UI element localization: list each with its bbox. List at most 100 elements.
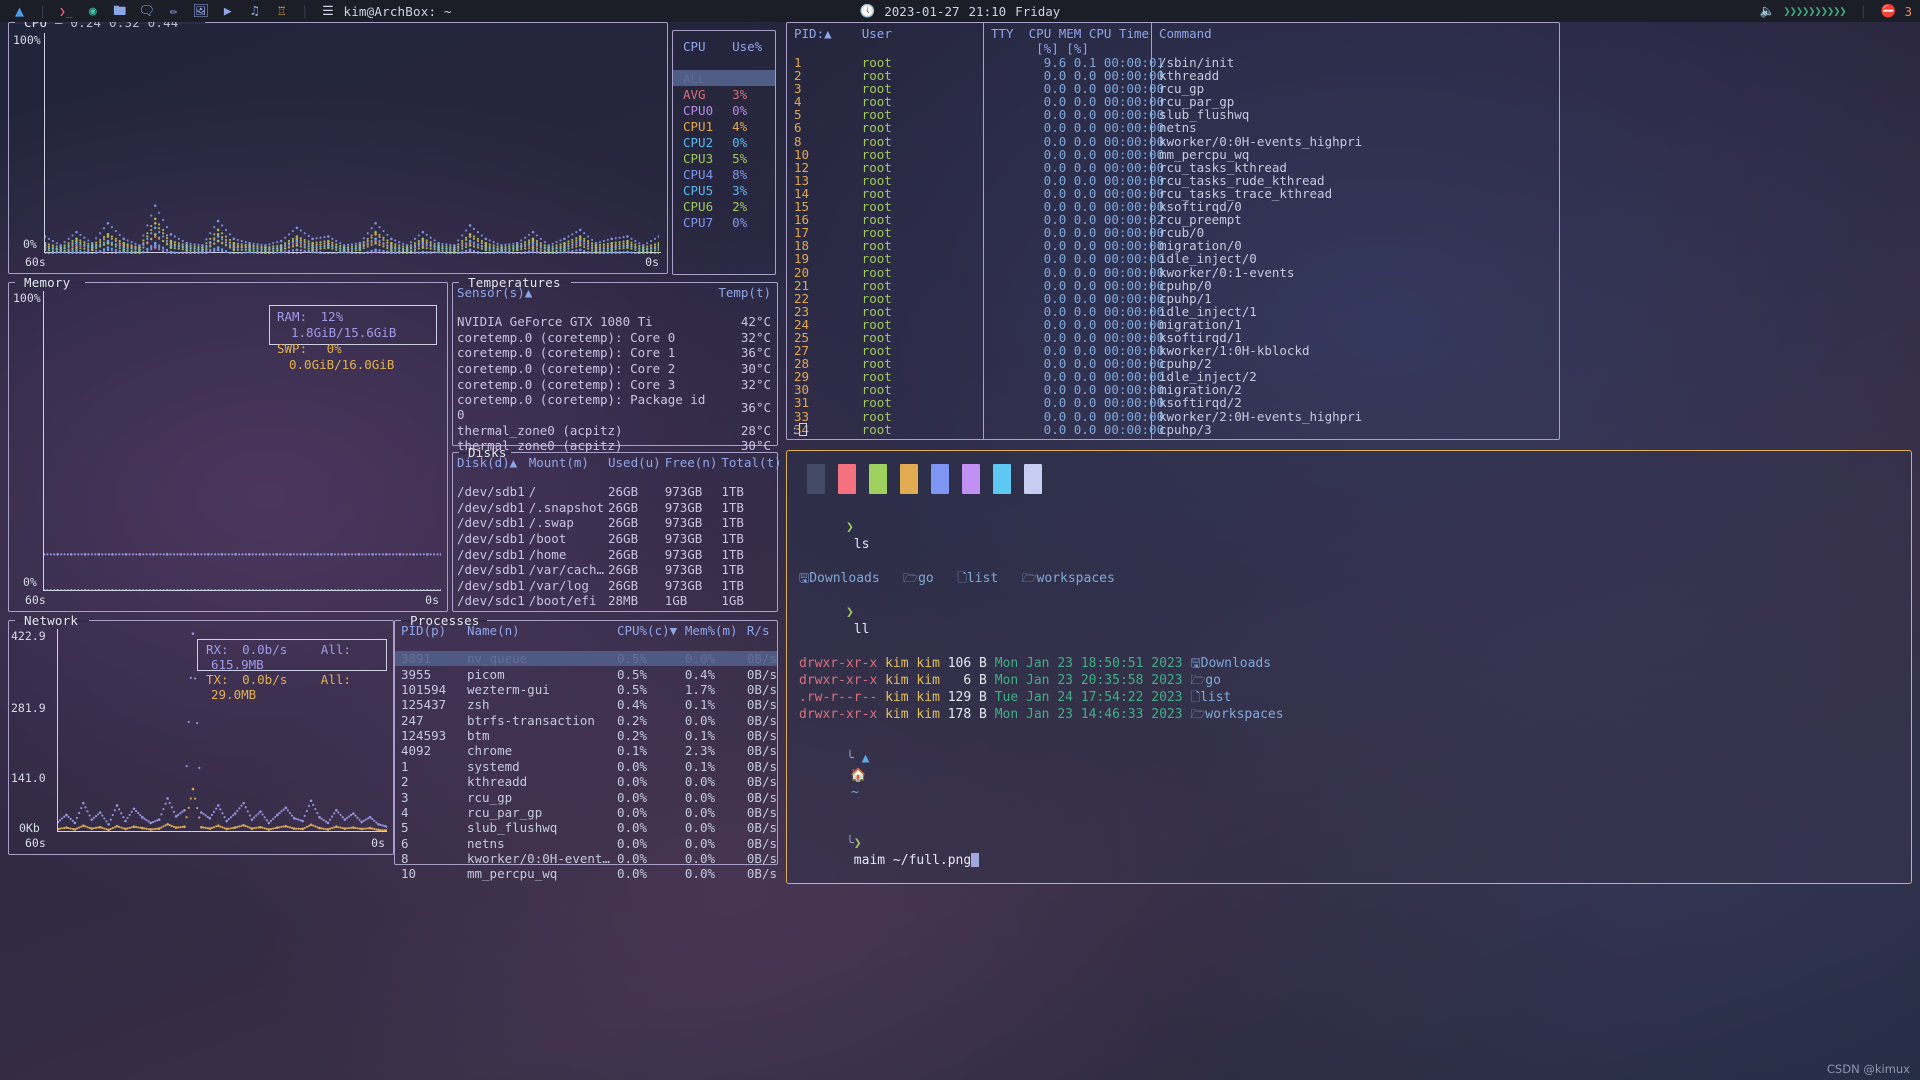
- cpu-usage-row[interactable]: CPU4 8%: [673, 166, 775, 182]
- ptable-row-command[interactable]: rcu_tasks_rude_kthread: [1152, 174, 1559, 187]
- cpu-usage-row[interactable]: CPU0 0%: [673, 102, 775, 118]
- volume-bars[interactable]: ❯❯❯❯❯❯❯❯❯❯: [1783, 4, 1846, 18]
- disk-row[interactable]: /dev/sdb1/var/cach… 26GB 973GB 1TB: [453, 562, 782, 578]
- ptable-row-command[interactable]: mm_percpu_wq: [1152, 148, 1559, 161]
- process-row[interactable]: 10 mm_percpu_wq 0.0% 0.0% 0B/s: [395, 866, 777, 881]
- process-col-header[interactable]: R/s: [741, 621, 777, 651]
- update-download-icon[interactable]: ⛔: [1881, 3, 1897, 19]
- ptable-row-command[interactable]: kworker/0:0H-events_highpri: [1152, 134, 1559, 147]
- cpu-usage-row[interactable]: AVG 3%: [673, 86, 775, 102]
- gitlab-icon[interactable]: ♖: [268, 0, 295, 22]
- temp-col-temp[interactable]: Temp(t): [714, 283, 777, 314]
- disk-row[interactable]: /dev/sdb1/home 26GB 973GB 1TB: [453, 546, 782, 562]
- temperature-row[interactable]: coretemp.0 (coretemp): Core 1 36°C: [453, 345, 777, 361]
- process-row[interactable]: 6 netns 0.0% 0.0% 0B/s: [395, 836, 777, 851]
- ptable-row-command[interactable]: kthreadd: [1152, 69, 1559, 82]
- topbar-divider-3: |: [1859, 4, 1867, 18]
- process-table-panel[interactable]: PID:▲ User 1 root 2 root 3 root 4 root 5 roo…: [786, 22, 1560, 440]
- process-row[interactable]: 125437 zsh 0.4% 0.1% 0B/s: [395, 697, 777, 712]
- memory-graph-panel[interactable]: Memory 100% 0% 60s 0s RAM: 12% 1.8GiB/15…: [8, 275, 448, 612]
- topbar-clock[interactable]: 🕔 2023-01-27 21:10 Friday: [860, 3, 1061, 19]
- process-row[interactable]: 4092 chrome 0.1% 2.3% 0B/s: [395, 743, 777, 758]
- temperature-row[interactable]: coretemp.0 (coretemp): Core 3 32°C: [453, 376, 777, 392]
- process-row[interactable]: 1 systemd 0.0% 0.1% 0B/s: [395, 759, 777, 774]
- hamburger-menu-icon[interactable]: ☰: [314, 0, 341, 22]
- terminal-prompt-line-2[interactable]: ╰❯ maim ~/full.png: [799, 818, 1899, 883]
- cpu-usage-row[interactable]: CPU7 0%: [673, 214, 775, 230]
- disk-row[interactable]: /dev/sdc1/boot/efi 28MB 1GB 1GB: [453, 593, 782, 609]
- ptable-row-command[interactable]: idle_inject/0: [1152, 252, 1559, 265]
- ptable-row-command[interactable]: migration/1: [1152, 318, 1559, 331]
- cpu-usage-list-panel[interactable]: CPU Use% ALL AVG 3% CPU0 0% CPU1 4% CPU2 0% CPU3 5…: [672, 30, 776, 275]
- disk-col-header[interactable]: Free(n): [661, 453, 718, 484]
- speaker-icon[interactable]: 🔈: [1760, 3, 1776, 19]
- terminal-icon[interactable]: ❯_: [52, 0, 79, 22]
- disk-col-header[interactable]: Used(u): [604, 453, 661, 484]
- ptable-row-command[interactable]: cpuhp/3: [1152, 423, 1559, 436]
- ptable-row-command[interactable]: kworker/1:0H-kblockd: [1152, 344, 1559, 357]
- process-row[interactable]: 2 kthreadd 0.0% 0.0% 0B/s: [395, 774, 777, 789]
- ptable-header-command[interactable]: Command: [1152, 26, 1559, 41]
- disk-row[interactable]: /dev/sdb1/.swap 26GB 973GB 1TB: [453, 515, 782, 531]
- disk-col-header[interactable]: Mount(m): [525, 453, 604, 484]
- chat-icon[interactable]: 🗨: [133, 0, 160, 22]
- image-viewer-icon[interactable]: 🖼: [187, 0, 214, 22]
- ptable-row-command[interactable]: idle_inject/1: [1152, 305, 1559, 318]
- process-row[interactable]: 124593 btm 0.2% 0.1% 0B/s: [395, 728, 777, 743]
- arch-logo-icon[interactable]: ▲: [6, 0, 33, 22]
- temperatures-panel[interactable]: Temperatures Sensor(s)▲ Temp(t) NVIDIA G…: [452, 275, 778, 453]
- cpu-usage-row[interactable]: CPU2 0%: [673, 134, 775, 150]
- process-row[interactable]: 5 slub_flushwq 0.0% 0.0% 0B/s: [395, 820, 777, 835]
- ptable-row-command[interactable]: rcu_tasks_kthread: [1152, 161, 1559, 174]
- process-col-header[interactable]: CPU%(c)▼: [611, 621, 679, 651]
- ptable-row-command[interactable]: cpuhp/1: [1152, 292, 1559, 305]
- disk-row[interactable]: /dev/sdb1/ 26GB 973GB 1TB: [453, 484, 782, 500]
- temperature-row[interactable]: coretemp.0 (coretemp): Core 0 32°C: [453, 330, 777, 346]
- process-mem: 0.1%: [684, 758, 715, 774]
- network-graph-panel[interactable]: Network 422.9 281.9 141.0 0Kb 60s 0s RX:…: [8, 613, 394, 855]
- files-icon[interactable]: 🖿: [106, 0, 133, 22]
- cpu-usage-row[interactable]: CPU6 2%: [673, 198, 775, 214]
- process-col-header[interactable]: Mem%(m): [679, 621, 741, 651]
- ptable-row-command[interactable]: netns: [1152, 121, 1559, 134]
- editor-icon[interactable]: ✏: [160, 0, 187, 22]
- temperatures-panel-title: Temperatures: [468, 275, 561, 290]
- process-row[interactable]: 247 btrfs-transaction 0.2% 0.0% 0B/s: [395, 713, 777, 728]
- ptable-row-command[interactable]: ksoftirqd/2: [1152, 396, 1559, 409]
- temperature-row[interactable]: coretemp.0 (coretemp): Core 2 30°C: [453, 361, 777, 377]
- disk-row[interactable]: /dev/sdb1/.snapshot 26GB 973GB 1TB: [453, 500, 782, 516]
- ptable-header-tty-cpu[interactable]: TTY CPU MEM CPU Time: [984, 26, 1151, 41]
- ptable-row-stats[interactable]: 0.0 0.0 00:00:00: [984, 423, 1164, 436]
- process-row[interactable]: 3 rcu_gp 0.0% 0.0% 0B/s: [395, 789, 777, 805]
- browser-icon[interactable]: ◉: [79, 0, 106, 22]
- disk-row[interactable]: /dev/sdb1/var/log 26GB 973GB 1TB: [453, 578, 782, 594]
- temperature-row[interactable]: thermal_zone0 (acpitz) 28°C: [453, 423, 777, 439]
- ptable-row-command[interactable]: kworker/0:1-events: [1152, 265, 1559, 278]
- process-row[interactable]: 3955 picom 0.5% 0.4% 0B/s: [395, 666, 777, 682]
- ptable-row-command[interactable]: kworker/2:0H-events_highpri: [1152, 409, 1559, 422]
- disk-row[interactable]: /dev/sdb1/boot 26GB 973GB 1TB: [453, 531, 782, 547]
- process-row[interactable]: 4 rcu_par_gp 0.0% 0.0% 0B/s: [395, 805, 777, 820]
- cpu-usage-row[interactable]: CPU3 5%: [673, 150, 775, 166]
- process-row[interactable]: 3891 nv_queue 0.5% 0.0% 0B/s: [395, 651, 777, 667]
- ptable-header-pid-user[interactable]: PID:▲ User: [787, 26, 983, 41]
- terminal-window[interactable]: ❯ ls 🖫Downloads 🗁go 🗋list 🗁workspaces ❯ …: [786, 450, 1912, 884]
- process-row[interactable]: 8 kworker/0:0H-event… 0.0% 0.0% 0B/s: [395, 851, 777, 866]
- temperature-row[interactable]: coretemp.0 (coretemp): Package id 0 36°C: [453, 392, 777, 423]
- ptable-row-command[interactable]: rcu_preempt: [1152, 213, 1559, 226]
- disk-col-header[interactable]: Total(t): [717, 453, 781, 484]
- ptable-row-command[interactable]: slub_flushwq: [1152, 108, 1559, 121]
- cpu-graph-panel[interactable]: CPU — 0.24 0.32 0.44 100% 0% 60s 0s: [8, 15, 668, 274]
- process-row[interactable]: 101594 wezterm-gui 0.5% 1.7% 0B/s: [395, 682, 777, 697]
- temperature-row[interactable]: NVIDIA GeForce GTX 1080 Ti 42°C: [453, 314, 777, 330]
- ptable-row-pid-user[interactable]: 34 root: [787, 423, 983, 436]
- ptable-row-command[interactable]: cpuhp/0: [1152, 278, 1559, 291]
- music-icon[interactable]: ♫: [241, 0, 268, 22]
- cpu-usage-row[interactable]: ALL: [673, 70, 775, 86]
- video-player-icon[interactable]: ▶: [214, 0, 241, 22]
- disks-panel[interactable]: Disks Disk(d)▲ Mount(m) Used(u) Free(n) Tota…: [452, 445, 782, 612]
- cpu-usage-row[interactable]: CPU5 3%: [673, 182, 775, 198]
- cpu-usage-row[interactable]: CPU1 4%: [673, 118, 775, 134]
- processes-panel[interactable]: Processes PID(p) Name(n) CPU%(c)▼ Mem%(m) R/…: [394, 613, 778, 881]
- process-table-search-input[interactable]: :: [791, 422, 807, 437]
